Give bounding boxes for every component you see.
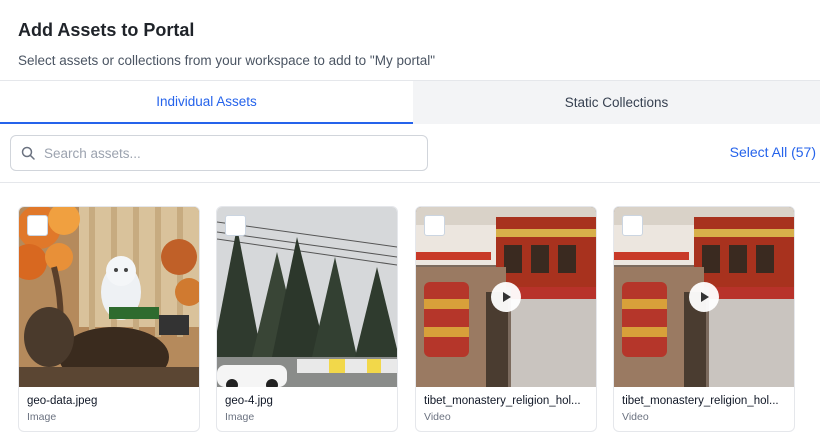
asset-thumbnail — [217, 207, 397, 387]
asset-name: geo-4.jpg — [225, 395, 273, 407]
asset-thumbnail — [614, 207, 794, 387]
asset-card[interactable]: tibet_monastery_religion_hol... Video — [415, 206, 597, 432]
asset-type: Image — [27, 411, 57, 423]
asset-card[interactable]: geo-4.jpg Image — [216, 206, 398, 432]
asset-type: Video — [424, 411, 451, 423]
select-all-link[interactable]: Select All (57) — [730, 144, 816, 160]
tab-bar: Individual Assets Static Collections — [0, 80, 820, 124]
asset-meta: geo-4.jpg Image — [217, 387, 397, 424]
asset-name: geo-data.jpeg — [27, 395, 98, 407]
asset-meta: tibet_monastery_religion_hol... Video — [416, 387, 596, 424]
asset-checkbox[interactable] — [622, 215, 643, 236]
asset-checkbox[interactable] — [424, 215, 445, 236]
asset-type: Video — [622, 411, 649, 423]
play-icon[interactable] — [491, 282, 521, 312]
asset-toolbar: Select All (57) — [0, 124, 820, 183]
asset-checkbox[interactable] — [225, 215, 246, 236]
page-subtitle: Select assets or collections from your w… — [18, 53, 436, 68]
asset-name: tibet_monastery_religion_hol... — [424, 395, 581, 407]
tab-static-collections[interactable]: Static Collections — [413, 81, 820, 124]
search-box[interactable] — [10, 135, 428, 171]
dialog-header: Add Assets to Portal Select assets or co… — [0, 0, 820, 80]
asset-card[interactable]: tibet_monastery_religion_hol... Video — [613, 206, 795, 432]
page-title: Add Assets to Portal — [18, 20, 195, 40]
asset-thumbnail — [416, 207, 596, 387]
tab-individual-assets[interactable]: Individual Assets — [0, 81, 413, 124]
asset-type: Image — [225, 411, 255, 423]
asset-meta: tibet_monastery_religion_hol... Video — [614, 387, 794, 424]
asset-meta: geo-data.jpeg Image — [19, 387, 199, 424]
asset-grid: geo-data.jpeg Image geo-4.jpg Image tibe… — [18, 206, 808, 437]
asset-name: tibet_monastery_religion_hol... — [622, 395, 779, 407]
asset-thumbnail — [19, 207, 199, 387]
play-icon[interactable] — [689, 282, 719, 312]
search-input[interactable] — [44, 145, 404, 161]
search-icon — [21, 146, 35, 160]
asset-card[interactable]: geo-data.jpeg Image — [18, 206, 200, 432]
asset-checkbox[interactable] — [27, 215, 48, 236]
